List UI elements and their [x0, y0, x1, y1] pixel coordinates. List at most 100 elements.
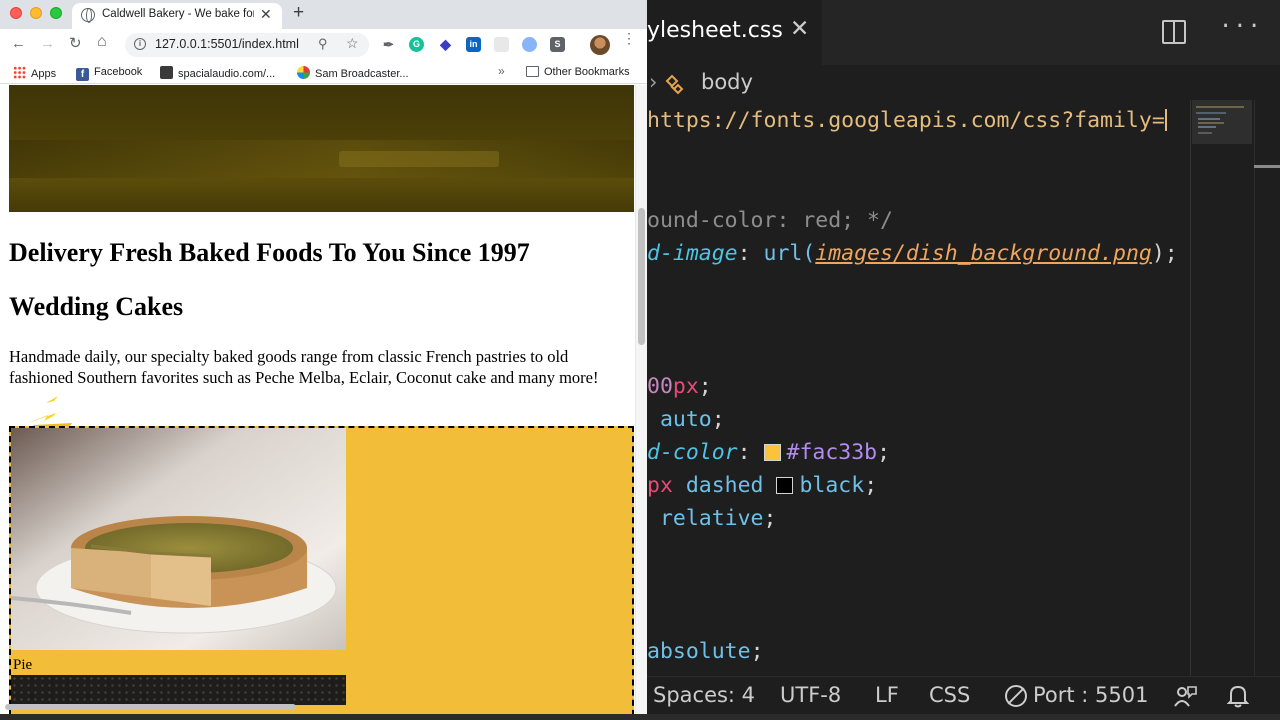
live-server-port-status[interactable]: Port : 5501	[1033, 683, 1149, 707]
minimap-divider	[1190, 100, 1191, 680]
folder-icon	[526, 66, 539, 77]
profile-avatar[interactable]	[590, 35, 610, 55]
position-value: relative	[647, 506, 764, 531]
semicolon: ;	[864, 473, 878, 498]
image-path-link[interactable]: images/dish_background.png	[815, 241, 1152, 266]
semicolon: ;	[877, 440, 891, 465]
site-info-icon[interactable]: i	[134, 38, 146, 50]
intro-paragraph: Handmade daily, our specialty baked good…	[9, 347, 599, 387]
bookmark-spacialaudio[interactable]: spacialaudio.com/...	[160, 66, 275, 80]
browser-toolbar: ← → ↻ ⌂ i 127.0.0.1:5501/index.html ⚲ ☆ …	[0, 29, 647, 62]
editor-tab-stylesheet[interactable]: ylesheet.css ✕	[647, 0, 822, 65]
eyedropper-extension-icon[interactable]: ✒	[381, 37, 396, 52]
hero-banner-image	[9, 85, 634, 212]
semicolon: ;	[698, 374, 712, 399]
lightning-bolt-logo	[28, 396, 72, 427]
editor-tab-bar: ylesheet.css ✕ ···	[647, 0, 1280, 65]
minimize-window-button[interactable]	[30, 7, 42, 19]
new-tab-button[interactable]: +	[293, 2, 304, 24]
colon: :	[737, 241, 764, 266]
layers-extension-icon[interactable]: ◆	[438, 37, 453, 52]
code-line-width[interactable]: 00px;	[647, 372, 712, 402]
zoom-icon[interactable]: ⚲	[318, 36, 328, 52]
address-bar[interactable]: i 127.0.0.1:5501/index.html ⚲ ☆	[125, 33, 369, 57]
maximize-window-button[interactable]	[50, 7, 62, 19]
code-line-border[interactable]: px dashed black;	[647, 471, 877, 501]
bookmark-sam-broadcaster[interactable]: Sam Broadcaster...	[297, 66, 409, 80]
spacialaudio-icon	[160, 66, 173, 79]
page-vertical-scrollbar[interactable]	[635, 85, 647, 714]
facebook-icon: f	[76, 68, 89, 81]
bookmark-label: Facebook	[94, 66, 143, 78]
globe-icon	[81, 8, 95, 23]
bookmark-apps[interactable]: Apps	[13, 66, 56, 80]
code-line-background-image[interactable]: d-image: url(images/dish_background.png)…	[647, 239, 1178, 269]
forward-arrow-icon[interactable]: →	[40, 35, 55, 52]
code-line-comment[interactable]: ound-color: red; */	[647, 206, 893, 236]
split-editor-icon[interactable]	[1162, 20, 1186, 44]
wave-extension-icon[interactable]	[522, 37, 537, 52]
code-line-import[interactable]: https://fonts.googleapis.com/css?family=	[647, 106, 1167, 136]
breadcrumb-item-body[interactable]: body	[701, 70, 753, 94]
tab-strip: Caldwell Bakery - We bake for ✕ +	[0, 0, 647, 29]
tab-title: Caldwell Bakery - We bake for	[102, 8, 254, 20]
screenshot-extension-icon[interactable]	[494, 37, 509, 52]
breadcrumb: › body	[647, 70, 1187, 100]
breadcrumb-chevron-icon: ›	[649, 70, 658, 94]
property-name: d-image	[647, 241, 738, 266]
code-line-position[interactable]: relative;	[647, 504, 777, 534]
s-extension-icon[interactable]: S	[550, 37, 565, 52]
color-swatch-yellow[interactable]	[763, 444, 781, 461]
scrollbar-thumb[interactable]	[638, 208, 645, 345]
comment-text: ound-color: red; */	[647, 208, 893, 233]
status-bar: Spaces: 4 UTF-8 LF CSS Port : 5501	[647, 676, 1280, 714]
colon: :	[737, 440, 764, 465]
minimap-slider[interactable]	[1192, 100, 1252, 144]
code-line-absolute[interactable]: absolute;	[647, 637, 764, 667]
browser-tab[interactable]: Caldwell Bakery - We bake for ✕	[72, 3, 282, 29]
url-function: url(	[763, 241, 816, 266]
css-symbol-icon	[665, 74, 684, 95]
more-actions-icon[interactable]: ···	[1219, 14, 1262, 39]
next-item-photo	[11, 675, 346, 705]
home-icon[interactable]: ⌂	[97, 33, 107, 51]
bookmark-label: Sam Broadcaster...	[315, 68, 409, 80]
color-swatch-black[interactable]	[776, 477, 794, 494]
grammarly-extension-icon[interactable]: G	[409, 37, 424, 52]
sam-broadcaster-icon	[297, 66, 310, 79]
bookmark-star-icon[interactable]: ☆	[346, 35, 359, 52]
close-tab-button[interactable]: ✕	[260, 6, 272, 23]
wedding-cakes-heading: Wedding Cakes	[9, 292, 184, 321]
close-window-button[interactable]	[10, 7, 22, 19]
more-bookmarks-chevron[interactable]: »	[498, 64, 505, 78]
bookmark-facebook[interactable]: f Facebook	[76, 66, 142, 81]
editor-vertical-scrollbar[interactable]	[1254, 100, 1280, 680]
other-bookmarks-folder[interactable]: Other Bookmarks	[526, 66, 630, 78]
language-mode-status[interactable]: CSS	[929, 683, 970, 707]
reload-icon[interactable]: ↻	[69, 34, 82, 52]
bookmarks-bar: Apps f Facebook spacialaudio.com/... Sam …	[0, 62, 647, 84]
eol-status[interactable]: LF	[875, 683, 899, 707]
code-line-background-color[interactable]: d-color: #fac33b;	[647, 438, 890, 468]
number-value: 00	[647, 374, 673, 399]
minimap[interactable]	[1192, 100, 1252, 680]
back-arrow-icon[interactable]: ←	[11, 35, 26, 52]
bookmark-label: spacialaudio.com/...	[178, 68, 276, 80]
url-text[interactable]: 127.0.0.1:5501/index.html	[155, 37, 299, 51]
linkedin-extension-icon[interactable]: in	[466, 37, 481, 52]
browser-window: Caldwell Bakery - We bake for ✕ + ← → ↻ …	[0, 0, 647, 714]
indentation-status[interactable]: Spaces: 4	[653, 683, 755, 707]
text-cursor	[1164, 109, 1167, 131]
encoding-status[interactable]: UTF-8	[780, 683, 841, 707]
code-editor: ylesheet.css ✕ ··· › body https://fonts.…	[647, 0, 1280, 720]
border-style-value: dashed	[672, 473, 777, 498]
browser-menu-icon[interactable]: ⋮	[622, 31, 636, 45]
notifications-bell-icon[interactable]	[1227, 684, 1249, 708]
page-horizontal-scrollbar-thumb[interactable]	[5, 704, 296, 710]
code-line-margin[interactable]: auto;	[647, 405, 725, 435]
semicolon: ;	[763, 506, 777, 531]
feedback-person-icon[interactable]	[1174, 684, 1198, 708]
page-viewport[interactable]: Delivery Fresh Baked Foods To You Since …	[0, 85, 647, 714]
close-editor-tab-button[interactable]: ✕	[790, 16, 809, 42]
property-name: d-color	[647, 440, 738, 465]
